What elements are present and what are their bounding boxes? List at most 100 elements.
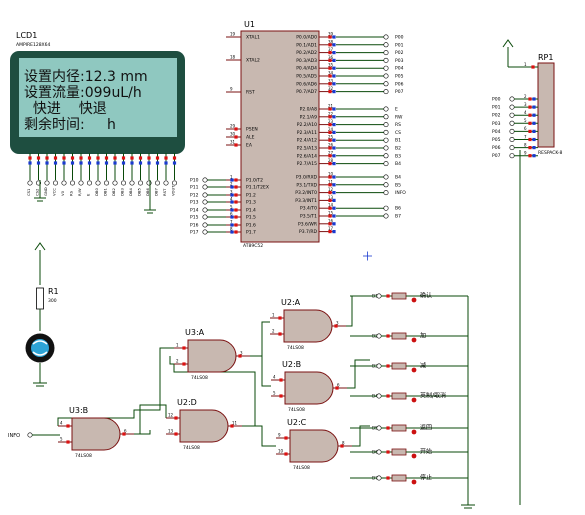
rp1-pin-blue [532, 154, 536, 158]
mcu-pin-blue [332, 175, 336, 179]
button-led-icon [411, 429, 417, 435]
mcu-pin-blue [332, 162, 336, 166]
terminal-icon [383, 161, 389, 167]
mcu-net-label: B5 [395, 182, 401, 188]
push-button[interactable] [391, 332, 407, 340]
terminal-icon [52, 180, 58, 186]
mcu-net-label: B4 [395, 161, 401, 167]
lcd-pin-red [28, 156, 32, 160]
lcd-pin-label: V0 [60, 190, 65, 196]
mcu-pin-blue [332, 138, 336, 142]
wire [169, 356, 174, 365]
terminal-icon [383, 65, 389, 71]
mcu-net-label: P13 [190, 200, 199, 206]
mcu-pin-red [328, 107, 332, 111]
mcu-pin-red [234, 193, 238, 197]
rp1-pin-number: 5 [524, 118, 527, 123]
lcd-pin-label: GND [43, 187, 48, 196]
lcd-pin-red [36, 156, 41, 160]
mcu-pin-red [328, 43, 332, 47]
wire [134, 404, 167, 435]
lcd-pin-red [87, 156, 92, 160]
mcu-net-label: P01 [395, 42, 404, 48]
gate-part: 74LS08 [293, 465, 310, 471]
mcu-pin-blue [230, 215, 234, 219]
and-gate-icon [289, 429, 339, 463]
lcd-pin-label: R/W [77, 188, 82, 196]
mcu-pin-blue [332, 51, 336, 55]
lcd-pin-label: DB1 [103, 187, 108, 196]
mcu-pin-blue [332, 191, 336, 195]
terminal-icon [509, 112, 515, 118]
terminal-icon [383, 182, 389, 188]
mcu-net-label: P04 [395, 66, 404, 72]
rp1-net-label: P03 [492, 121, 501, 127]
terminal-icon [383, 89, 389, 95]
lcd-pin-label: VOUT [171, 185, 176, 196]
gate-pin-number: 2 [176, 359, 179, 364]
mcu-pin-name: P1.6 [246, 223, 256, 229]
terminal-icon [383, 106, 389, 112]
terminal-icon [383, 122, 389, 128]
mcu-pin-name: P2.0/A8 [300, 107, 317, 113]
rp1-pin-blue [532, 121, 536, 125]
mcu-pin-name: P0.0/AD0 [296, 35, 317, 41]
rp1-pin-red [528, 146, 532, 150]
mcu-pin-blue [332, 230, 336, 234]
vcc-arrow-icon [502, 39, 514, 48]
r1-value: 300 [48, 298, 57, 304]
terminal-icon [383, 114, 389, 120]
mcu-pin-red [328, 154, 332, 158]
gate-pin-red [66, 440, 70, 444]
wire [242, 425, 276, 447]
mcu-pin-red [234, 223, 238, 227]
wire [250, 355, 271, 387]
mcu-net-label: P11 [190, 185, 199, 191]
mcu-pin-name: P2.3/A11 [297, 130, 317, 136]
mcu-pin-name: P2.1/A9 [300, 114, 317, 120]
terminal-icon [155, 180, 161, 186]
terminal-icon [163, 180, 169, 186]
terminal-icon [202, 199, 208, 205]
push-button[interactable] [391, 292, 407, 300]
button-label: 减 [420, 362, 426, 370]
info-net-label: INFO [8, 433, 20, 439]
wire [346, 359, 370, 389]
mcu-pin-red [234, 230, 238, 234]
terminal-icon [27, 180, 33, 186]
mcu-pin-blue [332, 74, 336, 78]
push-button[interactable] [391, 424, 407, 432]
rp1-net-label: P04 [492, 129, 501, 135]
mcu-net-label: P10 [190, 178, 199, 184]
rp1-pin-number: 3 [524, 102, 527, 107]
mcu-pin-name: P0.3/AD3 [296, 58, 317, 64]
gate-pin-number: 5 [60, 437, 63, 442]
push-button[interactable] [391, 392, 407, 400]
push-button[interactable] [391, 448, 407, 456]
mcu-pin-blue [332, 206, 336, 210]
terminal-icon [383, 81, 389, 87]
mcu-pin-red [328, 191, 332, 195]
terminal-icon [87, 180, 93, 186]
mcu-pin-number: 9 [230, 87, 233, 92]
lcd-pins: CS1 CS2 GND VCC V0 RS R/W E DB0 DB1 DB2 DB3 DB4 DB5 DB… [26, 153, 178, 214]
lcd-pin-blue [172, 161, 177, 165]
terminal-icon [383, 34, 389, 40]
terminal-icon [383, 50, 389, 56]
rp1-pin-red [528, 137, 532, 142]
push-button[interactable] [391, 474, 407, 482]
terminal-icon [509, 153, 515, 159]
lcd-pin-blue [164, 161, 168, 165]
lcd-pin-label: E [86, 193, 91, 196]
push-button[interactable] [391, 362, 407, 370]
lcd-pin-red [164, 156, 168, 160]
gate-part: 74LS08 [191, 375, 208, 381]
lcd-pin-red [70, 156, 75, 160]
gate-pin-red [174, 416, 178, 420]
lcd-pin-label: DB5 [137, 187, 142, 196]
lcd-pin-blue [45, 161, 49, 165]
wire [250, 321, 270, 357]
gate-pin-red [284, 436, 288, 440]
lcd-pin-blue [70, 161, 75, 165]
lcd-line-4: 剩余时间: h [24, 116, 116, 133]
